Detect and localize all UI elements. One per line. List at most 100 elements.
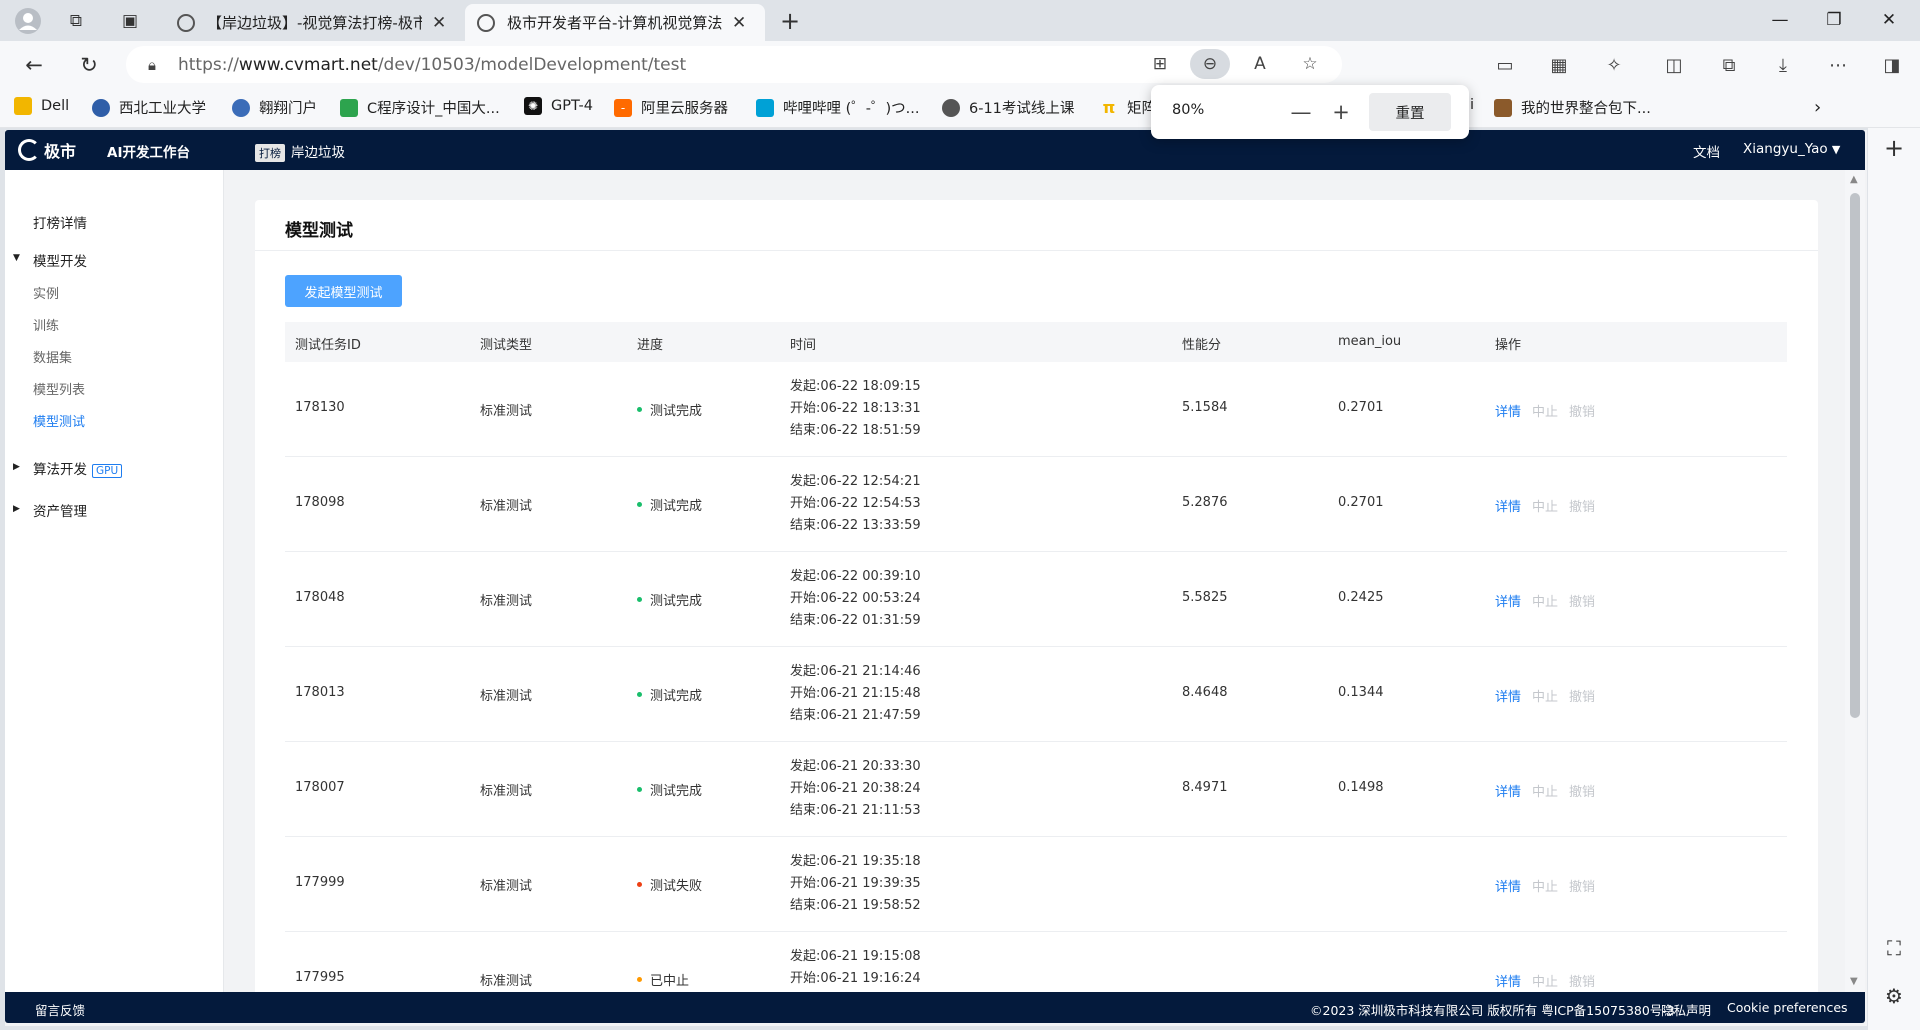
mean-iou: 0.1344 [1338, 685, 1384, 700]
bookmarks-more-chevron-icon[interactable]: › [1814, 97, 1821, 118]
col-actions: 操作 [1495, 338, 1522, 353]
vertical-tabs-icon[interactable]: ▣ [112, 6, 148, 36]
zoom-increase-icon[interactable]: + [1326, 97, 1356, 127]
start-time: 开始:06-21 19:39:35 [790, 876, 921, 891]
revoke-link[interactable]: 撤销 [1569, 781, 1595, 800]
bookmark-aliyun[interactable]: - 阿里云服务器 [614, 97, 728, 118]
scroll-up-icon[interactable]: ▲ [1850, 174, 1858, 185]
bookmark-gpt4[interactable]: ✺ GPT-4 [524, 97, 593, 115]
bookmark-matrix[interactable]: π 矩阵 [1100, 97, 1156, 118]
cast-icon[interactable]: ▭ [1488, 49, 1522, 81]
zoom-out-icon[interactable]: ⊖ [1190, 49, 1230, 79]
row-actions: 详情 中止 撤销 [1495, 781, 1595, 800]
downloads-icon[interactable]: ⤓ [1766, 49, 1800, 81]
abort-link[interactable]: 中止 [1532, 971, 1558, 990]
docs-link[interactable]: 文档 [1693, 141, 1720, 161]
sidebar-item-instances[interactable]: 实例 [33, 283, 59, 302]
launch-test-button[interactable]: 发起模型测试 [285, 275, 402, 307]
task-id: 177999 [295, 875, 345, 890]
abort-link[interactable]: 中止 [1532, 686, 1558, 705]
extensions-puzzle-icon[interactable]: ✧ [1597, 49, 1631, 81]
read-aloud-icon[interactable]: A [1240, 49, 1280, 79]
add-sidebar-app-icon[interactable]: + [1878, 132, 1910, 164]
revoke-link[interactable]: 撤销 [1569, 401, 1595, 420]
test-type: 标准测试 [480, 974, 533, 989]
abort-link[interactable]: 中止 [1532, 591, 1558, 610]
sidebar-item-model-list[interactable]: 模型列表 [33, 379, 85, 398]
bookmark-bilibili[interactable]: 哔哩哔哩 (゜-゜)つ... [756, 97, 919, 118]
profile-avatar-icon[interactable] [10, 6, 46, 36]
workbench-link[interactable]: AI开发工作台 [107, 141, 190, 161]
details-link[interactable]: 详情 [1495, 496, 1521, 515]
more-menu-icon[interactable]: ⋯ [1821, 49, 1855, 81]
close-tab-icon[interactable]: ✕ [732, 13, 746, 33]
abort-link[interactable]: 中止 [1532, 876, 1558, 895]
sidebar-item-model-dev[interactable]: 模型开发 [33, 250, 87, 270]
url-input[interactable]: 🔒︎ https://www.cvmart.net/dev/10503/mode… [126, 46, 1342, 83]
bookmark-c-course[interactable]: C程序设计_中国大... [340, 97, 500, 118]
back-icon[interactable]: ← [17, 49, 51, 81]
revoke-link[interactable]: 撤销 [1569, 591, 1595, 610]
minimize-icon[interactable]: — [1753, 0, 1807, 40]
test-type: 标准测试 [480, 784, 533, 799]
sidebar-toggle-icon[interactable]: ◨ [1875, 49, 1909, 81]
revoke-link[interactable]: 撤销 [1569, 686, 1595, 705]
privacy-link[interactable]: 隐私声明 [1661, 1000, 1711, 1019]
details-link[interactable]: 详情 [1495, 971, 1521, 990]
zoom-decrease-icon[interactable]: — [1286, 97, 1316, 127]
collections-icon[interactable]: ⧉ [1712, 49, 1746, 81]
details-link[interactable]: 详情 [1495, 401, 1521, 420]
screenshot-icon[interactable]: ⛶ [1878, 932, 1910, 964]
split-screen-icon[interactable]: ◫ [1657, 49, 1691, 81]
revoke-link[interactable]: 撤销 [1569, 496, 1595, 515]
refresh-icon[interactable]: ↻ [72, 49, 106, 81]
new-tab-icon[interactable]: + [772, 6, 808, 36]
details-link[interactable]: 详情 [1495, 686, 1521, 705]
sidebar-item-assets[interactable]: 资产管理 [33, 500, 87, 520]
details-link[interactable]: 详情 [1495, 591, 1521, 610]
sidebar-item-datasets[interactable]: 数据集 [33, 347, 72, 366]
tab-ranking[interactable]: 【岸边垃圾】-视觉算法打榜-极市 ✕ [165, 4, 465, 41]
tab-dev-platform[interactable]: 极市开发者平台-计算机视觉算法 ✕ [465, 4, 765, 41]
sidebar-item-training[interactable]: 训练 [33, 315, 59, 334]
time-block: 发起:06-21 19:35:18 开始:06-21 19:39:35 结束:06-… [790, 851, 921, 917]
close-window-icon[interactable]: ✕ [1862, 0, 1916, 40]
page-scrollbar[interactable]: ▲ ▼ [1845, 170, 1865, 992]
bookmark-nwpu[interactable]: 西北工业大学 [92, 97, 206, 118]
scroll-down-icon[interactable]: ▼ [1850, 976, 1858, 987]
details-link[interactable]: 详情 [1495, 876, 1521, 895]
abort-link[interactable]: 中止 [1532, 496, 1558, 515]
user-menu[interactable]: Xiangyu_Yao ▼ [1743, 141, 1840, 157]
scrollbar-thumb[interactable] [1850, 193, 1860, 718]
mean-iou: 0.1498 [1338, 780, 1384, 795]
sidebar-item-algo-dev[interactable]: 算法开发 GPU [33, 458, 123, 478]
abort-link[interactable]: 中止 [1532, 781, 1558, 800]
details-link[interactable]: 详情 [1495, 781, 1521, 800]
cookie-preferences-link[interactable]: Cookie preferences [1727, 1000, 1848, 1015]
app-available-icon[interactable]: ⊞ [1140, 49, 1180, 79]
start-time: 开始:06-22 00:53:24 [790, 591, 921, 606]
bookmark-exam[interactable]: 6-11考试线上课 [942, 97, 1074, 118]
workspaces-icon[interactable]: ⧉ [58, 6, 94, 36]
project-link[interactable]: 打榜 岸边垃圾 [255, 141, 345, 162]
address-toolbar: ← ↻ 🔒︎ https://www.cvmart.net/dev/10503/… [0, 41, 1920, 88]
site-logo[interactable]: 极市 [18, 138, 76, 162]
feedback-link[interactable]: 留言反馈 [35, 1000, 85, 1019]
site-favicon-icon [177, 13, 195, 32]
sidebar-item-model-test[interactable]: 模型测试 [33, 411, 85, 430]
close-tab-icon[interactable]: ✕ [432, 13, 446, 33]
extension-app-icon[interactable]: ▦ [1542, 49, 1576, 81]
sidebar-item-ranking[interactable]: 打榜详情 [33, 212, 87, 232]
restore-icon[interactable]: ❐ [1807, 0, 1861, 40]
performance-score: 8.4971 [1182, 780, 1228, 795]
zoom-reset-button[interactable]: 重置 [1369, 93, 1451, 131]
bookmark-dell[interactable]: Dell [14, 97, 69, 115]
bookmark-portal[interactable]: 翱翔门户 [232, 97, 317, 118]
revoke-link[interactable]: 撤销 [1569, 876, 1595, 895]
favorite-star-icon[interactable]: ☆ [1290, 49, 1330, 79]
revoke-link[interactable]: 撤销 [1569, 971, 1595, 990]
settings-gear-icon[interactable]: ⚙ [1878, 980, 1910, 1012]
abort-link[interactable]: 中止 [1532, 401, 1558, 420]
bookmark-hidden[interactable]: i [1470, 97, 1474, 113]
bookmark-minecraft[interactable]: 我的世界整合包下... [1494, 97, 1651, 118]
